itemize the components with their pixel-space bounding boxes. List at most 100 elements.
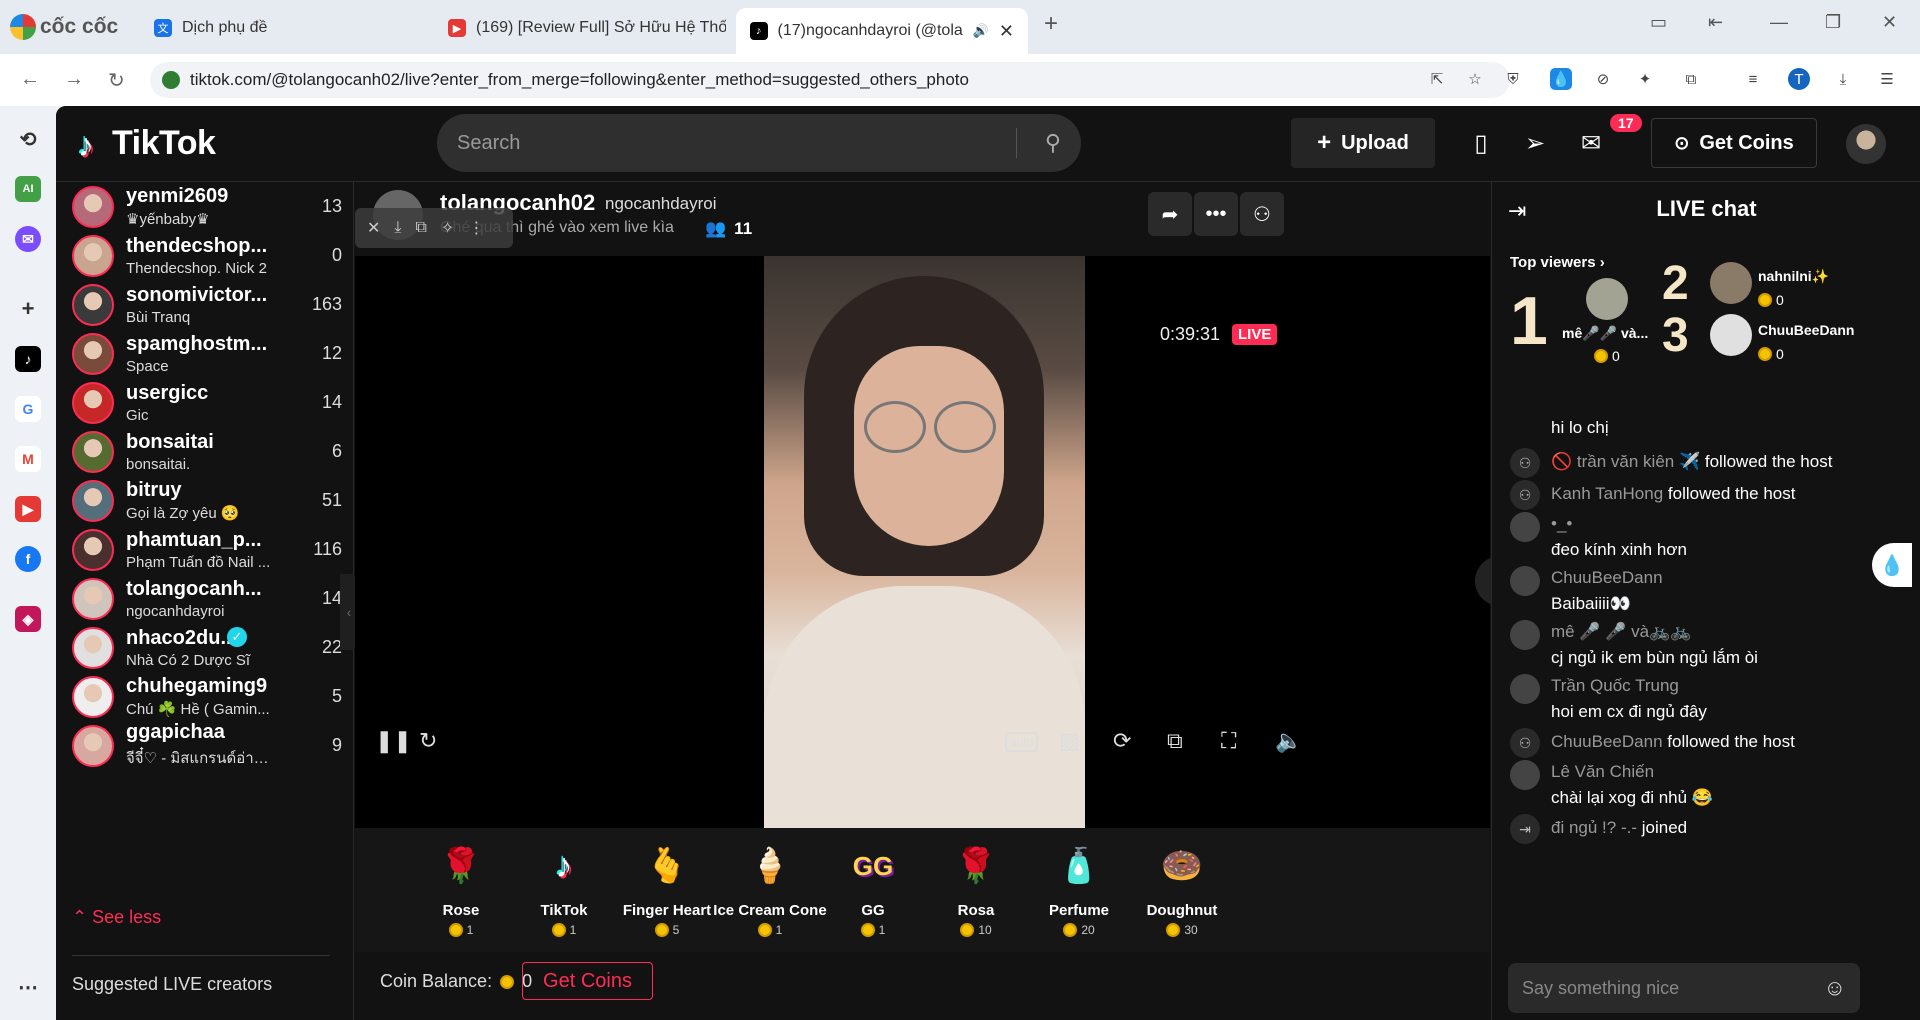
- top-viewer-1-avatar[interactable]: [1586, 278, 1628, 320]
- speaker-icon[interactable]: 🔊: [973, 23, 989, 39]
- history-icon[interactable]: ⟲: [15, 126, 41, 152]
- gift-item[interactable]: 🍦 Ice Cream Cone 1: [710, 838, 830, 937]
- gift-item[interactable]: 🧴 Perfume 20: [1019, 838, 1139, 937]
- chat-username[interactable]: đi ngủ !? -.-: [1551, 818, 1637, 837]
- top-viewer-3-name[interactable]: ChuuBeeDann: [1758, 322, 1854, 338]
- game-app-icon[interactable]: ◈: [15, 606, 41, 632]
- add-app-icon[interactable]: +: [15, 296, 41, 322]
- gift-item[interactable]: 🌹 Rosa 10: [916, 838, 1036, 937]
- minimize-button[interactable]: —: [1770, 12, 1788, 33]
- screenshot-icon[interactable]: ⧉: [415, 219, 426, 237]
- sidebar-account[interactable]: yenmi2609 ♛yếnbaby♛ 13: [72, 182, 342, 231]
- chat-username[interactable]: 🚫 trần văn kiên ✈️: [1551, 452, 1700, 471]
- chat-avatar[interactable]: [1510, 674, 1540, 704]
- extension-compass-icon[interactable]: ⊘: [1592, 68, 1614, 90]
- maximize-button[interactable]: ❐: [1825, 12, 1841, 33]
- search-icon[interactable]: ⚲: [1045, 130, 1061, 156]
- top-viewers-link[interactable]: Top viewers ›: [1510, 254, 1605, 271]
- volume-icon[interactable]: 🔈: [1275, 728, 1302, 754]
- see-less-link[interactable]: ⌃ See less: [72, 907, 161, 928]
- extensions-puzzle-icon[interactable]: ⧉: [1680, 68, 1702, 90]
- image-icon[interactable]: ▨: [1059, 728, 1080, 754]
- google-icon[interactable]: G: [15, 396, 41, 422]
- sidebar-account[interactable]: bitruy Gọi là Zợ yêu 🥺 51: [72, 476, 342, 525]
- sidebar-account[interactable]: thendecshop... Thendecshop. Nick 2 0: [72, 231, 342, 280]
- tab-tiktok[interactable]: ♪ (17)ngocanhdayroi (@tolan 🔊 ✕: [736, 8, 1028, 54]
- chat-username[interactable]: Kanh TanHong: [1551, 484, 1663, 503]
- media-list-icon[interactable]: ≡: [1742, 68, 1764, 90]
- extension-color-icon[interactable]: ✦: [1634, 68, 1656, 90]
- emoji-icon[interactable]: ☺: [1824, 975, 1846, 1001]
- tab-youtube[interactable]: ▶ (169) [Review Full] Sở Hữu Hệ Thống: [434, 8, 740, 48]
- tiktok-logo[interactable]: ♪ TikTok: [78, 124, 216, 163]
- floating-drop-icon[interactable]: 💧: [1872, 543, 1912, 587]
- gift-item[interactable]: ♪ TikTok 1: [504, 838, 624, 937]
- chat-input[interactable]: Say something nice ☺: [1508, 963, 1860, 1013]
- ai-assistant-icon[interactable]: AI: [15, 176, 41, 202]
- chat-avatar[interactable]: [1510, 566, 1540, 596]
- gift-item[interactable]: 🍩 Doughnut 30: [1122, 838, 1242, 937]
- refresh-icon[interactable]: ↻: [419, 728, 437, 754]
- youtube-app-icon[interactable]: ▶: [15, 496, 41, 522]
- chat-username[interactable]: mê 🎤 🎤 và🚲🚲: [1551, 622, 1691, 642]
- sidebar-account[interactable]: nhaco2du... Nhà Có 2 Dược Sĩ 22 ✓: [72, 623, 342, 672]
- new-tab-button[interactable]: +: [1044, 10, 1058, 38]
- chat-username[interactable]: Lê Văn Chiến: [1551, 762, 1654, 782]
- sidebar-account[interactable]: usergicc Gic 14: [72, 378, 342, 427]
- extension-drop-icon[interactable]: 💧: [1550, 68, 1572, 90]
- site-info-icon[interactable]: [162, 71, 180, 89]
- coccoc-logo[interactable]: cốc cốc: [10, 10, 118, 44]
- get-coins-button[interactable]: ⊙ Get Coins: [1651, 118, 1817, 168]
- cast-icon[interactable]: ▭: [1650, 12, 1667, 33]
- chat-avatar[interactable]: [1510, 620, 1540, 650]
- gmail-icon[interactable]: M: [15, 446, 41, 472]
- share-button[interactable]: ➦: [1148, 192, 1192, 236]
- facebook-icon[interactable]: f: [15, 546, 41, 572]
- devices-icon[interactable]: ▯: [1464, 126, 1498, 160]
- close-icon[interactable]: ✕: [367, 218, 380, 238]
- download-icon[interactable]: ⤓: [1832, 68, 1854, 90]
- bulb-icon[interactable]: ✧: [441, 218, 454, 238]
- chat-avatar[interactable]: [1510, 512, 1540, 542]
- picture-in-picture-icon[interactable]: ⧉: [1167, 728, 1183, 754]
- more-icon[interactable]: ⋯: [15, 974, 41, 1000]
- gift-item[interactable]: GG GG 1: [813, 838, 933, 937]
- top-viewer-3-avatar[interactable]: [1710, 314, 1752, 356]
- chat-avatar[interactable]: [1510, 760, 1540, 790]
- shield-icon[interactable]: ⛨: [1502, 68, 1524, 90]
- address-bar[interactable]: tiktok.com/@tolangocanh02/live?enter_fro…: [150, 62, 1510, 98]
- sidebar-account[interactable]: phamtuan_p... Phạm Tuấn đồ Nail ... 116: [72, 525, 342, 574]
- back-icon[interactable]: ←: [20, 68, 40, 91]
- send-icon[interactable]: ➢: [1518, 126, 1552, 160]
- inbox-icon[interactable]: ✉: [1574, 126, 1608, 160]
- sidebar-account[interactable]: ggapichaa จีจี๋♡ - มิสแกรนด์อ่าน... 9: [72, 721, 342, 770]
- more-options-button[interactable]: •••: [1194, 192, 1238, 236]
- download-icon[interactable]: ⤓: [394, 219, 401, 237]
- top-viewer-2-avatar[interactable]: [1710, 262, 1752, 304]
- tiktok-app-icon[interactable]: ♪: [15, 346, 41, 372]
- sidebar-account[interactable]: chuhegaming9 Chú ☘️ Hề ( Gamin... 5: [72, 672, 342, 721]
- close-tab-icon[interactable]: ✕: [999, 21, 1014, 42]
- bookmark-star-icon[interactable]: ☆: [1464, 68, 1486, 90]
- sidebar-account[interactable]: tolangocanh... ngocanhdayroi 14: [72, 574, 342, 623]
- open-external-icon[interactable]: ⇱: [1426, 68, 1448, 90]
- sidebar-account[interactable]: spamghostm... Space 12: [72, 329, 342, 378]
- user-avatar[interactable]: [1846, 124, 1886, 164]
- forward-icon[interactable]: →: [64, 68, 84, 91]
- fullscreen-icon[interactable]: ⛶: [1221, 728, 1236, 754]
- menu-icon[interactable]: ☰: [1876, 68, 1898, 90]
- chat-username[interactable]: ChuuBeeDann: [1551, 568, 1663, 588]
- follow-host-button[interactable]: ⚇: [1240, 192, 1284, 236]
- rotate-icon[interactable]: ⟳: [1113, 728, 1131, 754]
- search-input[interactable]: Search ⚲: [437, 114, 1081, 172]
- quality-auto-icon[interactable]: auto: [1005, 732, 1039, 752]
- chat-username[interactable]: •_•: [1551, 514, 1572, 534]
- pause-icon[interactable]: ❚❚: [375, 728, 412, 754]
- top-viewer-1-name[interactable]: mê🎤🎤 và...: [1562, 325, 1648, 342]
- profile-avatar[interactable]: T: [1788, 68, 1810, 90]
- get-coins-bottom-button[interactable]: Get Coins: [522, 962, 653, 1000]
- close-window-button[interactable]: ✕: [1882, 12, 1897, 33]
- reload-icon[interactable]: ↻: [108, 68, 125, 93]
- sidebar-account[interactable]: sonomivictor... Bùi Tranq 163: [72, 280, 342, 329]
- tab-translate[interactable]: 文 Dịch phụ đề: [140, 8, 456, 48]
